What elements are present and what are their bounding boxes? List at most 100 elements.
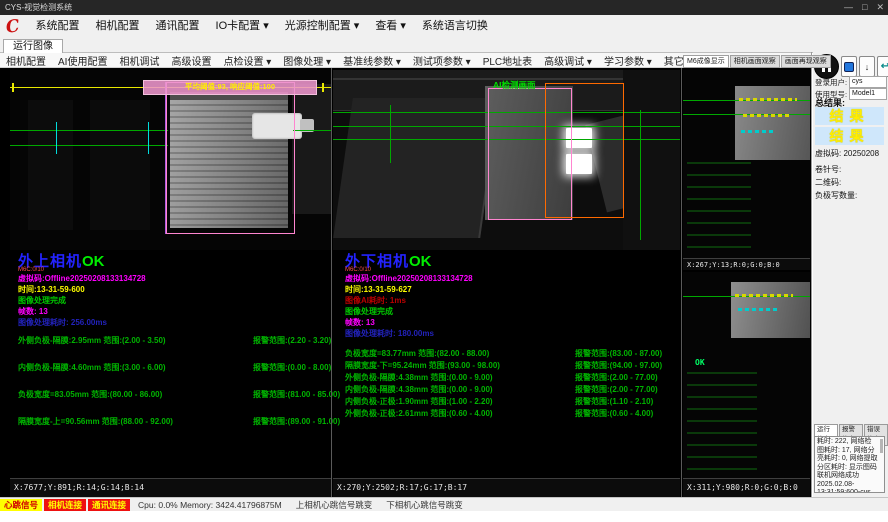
alarm-range: 报警范围:(0.00 - 8.00) [253, 362, 331, 373]
virtual-code-value: 20250208 [843, 149, 879, 158]
upper-camera-info: 外上相机OK M6C:0/10 虚拟码:Offline2025020813313… [18, 256, 146, 328]
thumbnail-1-coords: X:267;Y:13;R:0;G:0;B:0 [683, 258, 810, 270]
background-structure [90, 100, 150, 230]
maximize-icon[interactable]: □ [862, 0, 867, 15]
menu-comm-config[interactable]: 通讯配置 [148, 15, 208, 38]
overlay-text-yellow [743, 114, 791, 117]
roi-rect-pink [166, 82, 295, 234]
background-structure [28, 100, 73, 230]
result-box-2: 结果 [815, 127, 884, 145]
edge-line-cyan [56, 122, 57, 154]
tool-test-params[interactable]: 测试项参数 ▾ [407, 53, 477, 68]
app-logo-icon: C [5, 16, 21, 38]
tab-m6-display[interactable]: M6成像显示 [683, 55, 729, 68]
virtual-code-line: 虚拟码:Offline20250208133134728 [18, 273, 146, 284]
edge-line-cyan [148, 122, 149, 154]
ai-view-label: AI检测画面 [493, 79, 536, 91]
tool-camera-config[interactable]: 相机配置 [0, 53, 52, 68]
tool-ai-config[interactable]: AI使用配置 [52, 53, 113, 68]
reference-tick [322, 83, 324, 92]
measurement-value: 内侧负极-正极:1.90mm 范围:(1.00 - 2.20) [345, 397, 493, 406]
result-text-lines [687, 372, 757, 472]
application-window: CYS-视觉检测系统 — □ ✕ C 系统配置 相机配置 通讯配置 IO卡配置 … [0, 0, 888, 522]
tool-image-process[interactable]: 图像处理 ▾ [277, 53, 337, 68]
lower-camera-heartbeat-status: 下相机心跳信号跳变 [386, 499, 463, 511]
login-user-label: 登录用户: [815, 77, 849, 88]
alarm-range: 报警范围:(83.00 - 87.00) [575, 348, 662, 359]
tool-learn-params[interactable]: 学习参数 ▾ [598, 53, 658, 68]
reference-tick [12, 83, 14, 92]
return-arrow-icon: ↩ [881, 61, 888, 72]
overlay-text-yellow [739, 98, 797, 101]
measure-line-green [10, 145, 168, 146]
logout-button[interactable]: ↩ [877, 56, 888, 77]
menu-view[interactable]: 查看 ▾ [367, 15, 414, 38]
result-ok-label: OK [695, 358, 705, 367]
tab-camera-view[interactable]: 相机画面观察 [730, 55, 780, 68]
alarm-range: 报警范围:(89.00 - 91.00) [253, 416, 340, 427]
tool-advanced-debug[interactable]: 高级调试 ▾ [538, 53, 598, 68]
tool-baseline-params[interactable]: 基准线参数 ▾ [337, 53, 407, 68]
lower-camera-coords: X:270;Y:2502;R:17;G:17;B:17 [333, 478, 680, 497]
title-bar: CYS-视觉检测系统 [0, 0, 888, 15]
upper-camera-image[interactable]: 平均阈值:93, 响应阈值:100 [10, 70, 331, 250]
save-button[interactable]: ↓ [859, 56, 875, 77]
menu-language-switch[interactable]: 系统语言切换 [414, 15, 496, 38]
ai-time-line: 图像AI耗时: 1ms [345, 295, 473, 306]
measurement-value: 外侧负极-隔膜:4.38mm 范围:(0.00 - 9.00) [345, 373, 493, 382]
close-icon[interactable]: ✕ [876, 0, 884, 15]
menu-io-config[interactable]: IO卡配置 ▾ [208, 15, 277, 38]
measurement-value: 内侧负极-隔膜:4.60mm 范围:(3.00 - 6.00) [18, 363, 166, 372]
login-user-field[interactable]: cys [849, 76, 887, 88]
anode-write-count-label: 负极写数量: [815, 190, 857, 201]
frame-count-line: 帧数: 13 [18, 306, 146, 317]
result-ok-label: OK [82, 253, 105, 270]
lower-camera-image[interactable]: AI检测画面 [333, 70, 680, 250]
menu-system-config[interactable]: 系统配置 [28, 15, 88, 38]
camera-icon [844, 62, 854, 72]
alarm-range: 报警范围:(2.00 - 77.00) [575, 372, 658, 383]
time-line: 时间:13-31-59-627 [345, 284, 473, 295]
menu-bar: C 系统配置 相机配置 通讯配置 IO卡配置 ▾ 光源控制配置 ▾ 查看 ▾ 系… [0, 15, 888, 38]
status-bar: 心跳信号 相机连接 通讯连接 Cpu: 0.0% Memory: 3424.41… [0, 497, 888, 511]
log-text: 耗时: 222, 网络检图耗时: 17, 网络分亮耗时: 0, 网络提取分区耗时… [817, 438, 878, 493]
camera-button[interactable] [841, 56, 857, 77]
window-controls: — □ ✕ [844, 0, 884, 15]
virtual-code-row: 虚拟码: 20250208 [815, 148, 879, 159]
download-icon: ↓ [865, 62, 870, 72]
alarm-range: 报警范围:(2.00 - 77.00) [575, 384, 658, 395]
comm-connect-badge: 通讯连接 [88, 499, 130, 511]
measure-line-green-vertical [390, 105, 391, 163]
log-scrollbar[interactable] [880, 439, 883, 453]
minimize-icon[interactable]: — [844, 0, 853, 15]
alarm-range: 报警范围:(0.60 - 4.00) [575, 408, 653, 419]
model-field[interactable]: Model1 [849, 88, 887, 100]
alarm-range: 报警范围:(1.10 - 2.10) [575, 396, 653, 407]
measurement-value: 内侧负极-隔膜:4.38mm 范围:(0.00 - 9.00) [345, 385, 493, 394]
window-title: CYS-视觉检测系统 [5, 3, 72, 12]
thumbnail-view-2[interactable]: OK [683, 272, 810, 478]
tool-camera-debug[interactable]: 相机调试 [113, 53, 165, 68]
log-text-area[interactable]: 耗时: 222, 网络检图耗时: 17, 网络分亮耗时: 0, 网络提取分区耗时… [814, 436, 885, 493]
panel-divider [331, 68, 332, 497]
tool-plc-address[interactable]: PLC地址表 [477, 53, 538, 68]
menu-camera-config[interactable]: 相机配置 [88, 15, 148, 38]
measure-line-green [293, 130, 331, 131]
measurement-value: 外侧负极-隔膜:2.95mm 范围:(2.00 - 3.50) [18, 336, 166, 345]
tab-strip [0, 38, 888, 53]
heartbeat-badge: 心跳信号 [0, 499, 42, 511]
menu-light-config[interactable]: 光源控制配置 ▾ [277, 15, 368, 38]
upper-camera-coords: X:7677;Y:891;R:14;G:14;B:14 [10, 478, 331, 497]
tab-replay-view[interactable]: 画面再现观察 [781, 55, 831, 68]
right-fixture [292, 84, 331, 214]
frame-count-line: 帧数: 13 [345, 317, 473, 328]
result-box-1: 结果 [815, 107, 884, 125]
tool-advanced-settings[interactable]: 高级设置 [165, 53, 217, 68]
machine-dark-right [623, 70, 680, 250]
measurement-value: 隔膜宽度-下=95.24mm 范围:(93.00 - 98.00) [345, 361, 500, 370]
thumbnail-view-1[interactable] [683, 70, 810, 258]
tool-spot-check[interactable]: 点检设置 ▾ [217, 53, 277, 68]
measurement-value: 外侧负极-正极:2.61mm 范围:(0.60 - 4.00) [345, 409, 493, 418]
virtual-code-label: 虚拟码: [815, 149, 841, 158]
measure-line-green [10, 130, 168, 131]
